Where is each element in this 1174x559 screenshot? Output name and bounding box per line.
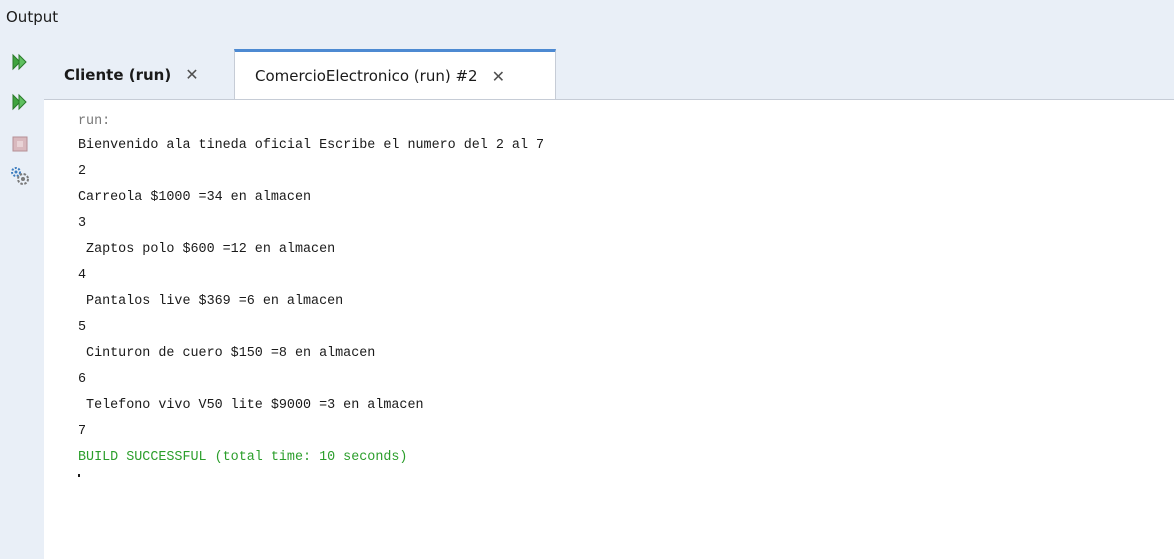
console-line: 6: [78, 372, 87, 387]
console-line: run:: [78, 114, 111, 129]
stop-icon[interactable]: [9, 134, 31, 154]
console-output[interactable]: run: Bienvenido ala tineda oficial Escri…: [44, 100, 1174, 559]
output-title-bar: Output: [0, 0, 1174, 36]
close-icon[interactable]: ✕: [185, 65, 198, 84]
tab-cliente-run[interactable]: Cliente (run) ✕: [44, 50, 234, 99]
tab-label: Cliente (run): [64, 65, 172, 84]
output-title: Output: [6, 8, 59, 26]
output-window: Output Cliente (run) ✕ ComercioElectroni…: [0, 0, 1174, 559]
console-line: 5: [78, 320, 87, 335]
console-line: Telefono vivo V50 lite $9000 =3 en almac…: [78, 398, 424, 413]
console-line: 4: [78, 268, 87, 283]
console-line: 2: [78, 164, 87, 179]
output-tabs: Cliente (run) ✕ ComercioElectronico (run…: [44, 36, 1174, 100]
console-line: Cinturon de cuero $150 =8 en almacen: [78, 346, 376, 361]
output-toolbar: [0, 36, 44, 559]
console-line: 3: [78, 216, 87, 231]
tab-label: ComercioElectronico (run) #2: [255, 67, 478, 85]
rerun-icon[interactable]: [9, 52, 31, 72]
build-status: BUILD SUCCESSFUL (total time: 10 seconds…: [78, 450, 408, 465]
settings-icon[interactable]: [9, 166, 31, 186]
console-line: Bienvenido ala tineda oficial Escribe el…: [78, 138, 545, 153]
console-line: Carreola $1000 =34 en almacen: [78, 190, 312, 205]
tab-comercioelectronico-run[interactable]: ComercioElectronico (run) #2 ✕: [234, 49, 556, 100]
close-icon[interactable]: ✕: [492, 67, 505, 86]
console-line: Zaptos polo $600 =12 en almacen: [78, 242, 336, 257]
console-line: Pantalos live $369 =6 en almacen: [78, 294, 344, 309]
rerun-with-args-icon[interactable]: [9, 92, 31, 112]
console-line: 7: [78, 424, 87, 439]
text-cursor: [78, 474, 80, 477]
